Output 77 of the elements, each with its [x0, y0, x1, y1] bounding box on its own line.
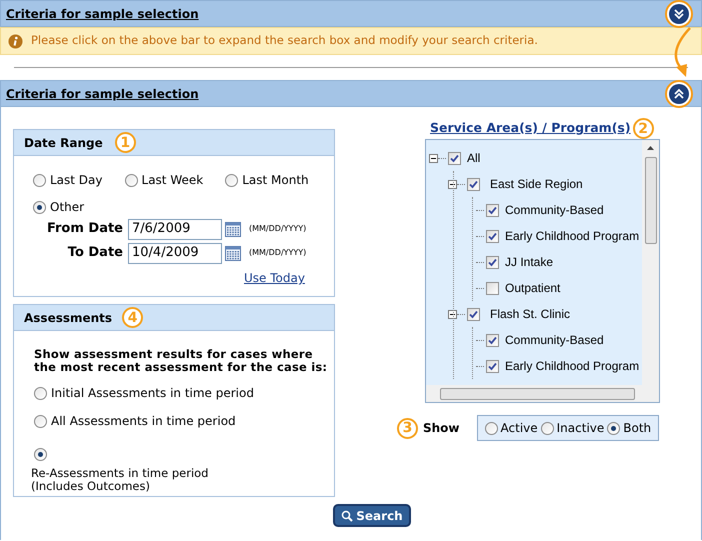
- scroll-up-arrow-icon[interactable]: [647, 146, 654, 150]
- calendar-icon[interactable]: [225, 222, 241, 236]
- radio-label[interactable]: Inactive: [556, 419, 604, 437]
- radio-button[interactable]: [124, 174, 138, 186]
- service-area-link[interactable]: Service Area(s) / Program(s): [430, 119, 631, 138]
- toggle-button[interactable]: [665, 0, 693, 28]
- chevrons-down-icon: [673, 8, 685, 20]
- radio-label[interactable]: All Assessments in time period: [51, 412, 236, 430]
- date-format-hint: (MM/DD/YYYY): [249, 223, 306, 235]
- radio-label[interactable]: Last Month: [242, 171, 309, 189]
- date-field[interactable]: 7/6/2009: [128, 218, 222, 240]
- tree-item-label[interactable]: JJ Intake: [505, 253, 554, 271]
- panel-title: Assessments: [24, 310, 112, 326]
- checkbox[interactable]: [486, 334, 499, 346]
- callout-number: 4: [122, 307, 144, 328]
- tree-item-label[interactable]: All: [467, 149, 480, 167]
- radio-note: (Includes Outcomes): [31, 480, 151, 493]
- checkbox[interactable]: [448, 152, 461, 164]
- checkbox[interactable]: [486, 230, 499, 242]
- radio-button[interactable]: [225, 174, 238, 186]
- section-title[interactable]: Criteria for sample selection: [6, 84, 199, 102]
- date-field[interactable]: 10/4/2009: [128, 242, 222, 264]
- search-icon: [341, 510, 354, 522]
- radio-button[interactable]: [34, 448, 47, 461]
- section-header-bar[interactable]: Criteria for sample selection: [0, 80, 702, 107]
- tree-item-label[interactable]: Flash St. Clinic: [490, 305, 570, 323]
- radio-label[interactable]: Last Week: [142, 171, 204, 189]
- radio-button[interactable]: [34, 386, 47, 400]
- tree-item-label[interactable]: Community-Based: [505, 331, 604, 349]
- field-label: From Date: [46, 220, 124, 238]
- radio-button[interactable]: [34, 414, 47, 428]
- radio-label[interactable]: Both: [623, 419, 652, 437]
- radio-button[interactable]: [33, 174, 46, 186]
- radio-label[interactable]: Active: [500, 419, 538, 437]
- tree-item-label[interactable]: Outpatient: [505, 279, 560, 297]
- callout-number: 1: [114, 132, 136, 153]
- checkbox[interactable]: [486, 360, 499, 372]
- horizontal-scrollbar[interactable]: [426, 385, 659, 402]
- use-today-link[interactable]: Use Today: [244, 271, 305, 285]
- radio-label[interactable]: Initial Assessments in time period: [51, 384, 254, 402]
- radio-button[interactable]: [607, 422, 620, 434]
- tree-item-label[interactable]: Community-Based: [505, 201, 604, 219]
- checkbox[interactable]: [467, 308, 480, 320]
- vertical-scrollbar[interactable]: [642, 140, 659, 385]
- radio-button[interactable]: [484, 422, 498, 434]
- toggle-button[interactable]: [665, 80, 693, 108]
- collapse-toggle[interactable]: [429, 154, 438, 162]
- collapse-toggle[interactable]: [448, 180, 457, 188]
- checkbox[interactable]: [486, 256, 499, 268]
- search-button[interactable]: Search: [333, 504, 411, 527]
- info-message: Please click on the above bar to expand the search box and modify your search criteria.: [31, 32, 538, 50]
- checkbox[interactable]: [486, 204, 499, 216]
- panel-title: Date Range: [24, 134, 103, 152]
- section-header-bar[interactable]: Criteria for sample selection: [0, 0, 702, 27]
- tree-item-label[interactable]: Early Childhood Program: [505, 227, 640, 245]
- tree-item-label[interactable]: East Side Region: [490, 175, 583, 193]
- calendar-icon[interactable]: [225, 246, 241, 260]
- assessment-prompt: Show assessment results for cases where the most recent assessment for the case is:: [34, 348, 328, 374]
- radio-label[interactable]: Re-Assessments in time period: [31, 467, 330, 480]
- scrollbar-thumb[interactable]: [440, 388, 635, 400]
- radio-button[interactable]: [540, 422, 554, 434]
- section-title[interactable]: Criteria for sample selection: [6, 4, 199, 22]
- checkbox[interactable]: [467, 178, 480, 190]
- chevrons-up-icon: [673, 88, 685, 100]
- tree-item-label[interactable]: Early Childhood Program: [505, 357, 640, 375]
- date-format-hint: (MM/DD/YYYY): [249, 247, 306, 259]
- callout-number: 2: [632, 118, 654, 139]
- collapse-toggle[interactable]: [448, 310, 457, 318]
- callout-number: 3: [397, 418, 418, 438]
- show-label: Show: [423, 420, 460, 437]
- radio-label[interactable]: Last Day: [50, 171, 103, 189]
- checkbox[interactable]: [486, 282, 499, 294]
- scrollbar-thumb[interactable]: [644, 157, 656, 244]
- info-icon: [8, 34, 23, 48]
- radio-label[interactable]: Other: [50, 198, 84, 216]
- field-label: To Date: [66, 244, 124, 262]
- radio-button[interactable]: [33, 200, 46, 214]
